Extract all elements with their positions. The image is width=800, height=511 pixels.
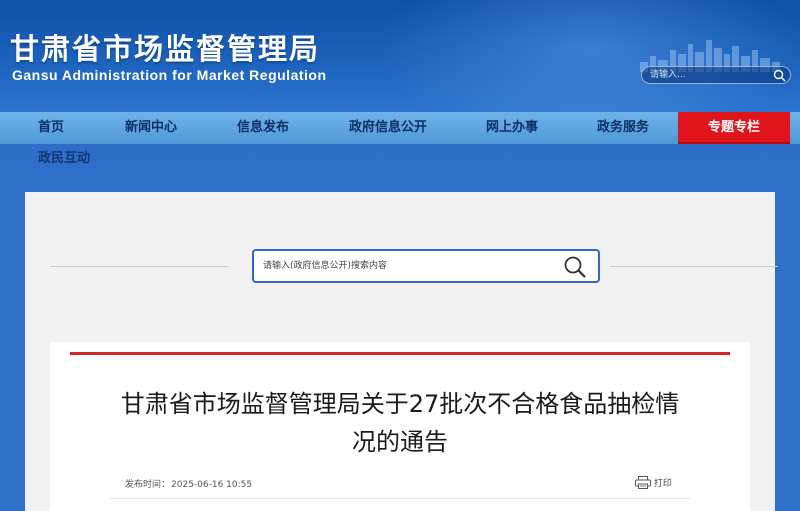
article-body: 甘肃省市场监督管理局关于27批次不合格食品抽检情况的通告 发布时间：2025-0…	[70, 352, 730, 511]
nav-item-home[interactable]: 首页	[38, 112, 64, 144]
site-title-cn[interactable]: 甘肃省市场监督管理局	[10, 26, 320, 68]
nav-item-gov-services[interactable]: 政务服务	[597, 112, 649, 144]
nav-item-info-release[interactable]: 信息发布	[237, 112, 289, 144]
divider-left	[50, 266, 228, 267]
search-icon[interactable]	[773, 69, 786, 82]
nav-item-special-topics[interactable]: 专题专栏	[678, 112, 790, 144]
gov-info-search-input[interactable]	[263, 259, 543, 273]
nav-item-gov-info-public[interactable]: 政府信息公开	[349, 112, 427, 144]
divider-right	[610, 266, 778, 267]
site-header: 甘肃省市场监督管理局 Gansu Administration for Mark…	[0, 0, 800, 112]
header-search	[641, 66, 791, 84]
publish-time: 2025-06-16 10:55	[171, 480, 253, 490]
magnifier-icon[interactable]	[562, 254, 588, 280]
nav-item-public-interaction[interactable]: 政民互动	[38, 144, 90, 174]
publish-meta: 发布时间：2025-06-16 10:55	[125, 477, 252, 490]
content-search	[50, 249, 778, 284]
gov-info-search-box	[252, 249, 600, 283]
article-card: 甘肃省市场监督管理局关于27批次不合格食品抽检情况的通告 发布时间：2025-0…	[50, 342, 750, 511]
nav-item-news[interactable]: 新闻中心	[125, 112, 177, 144]
meta-divider	[110, 498, 690, 499]
main-nav-row2: 政民互动	[0, 144, 800, 192]
printer-icon	[635, 476, 651, 489]
nav-item-online-services[interactable]: 网上办事	[486, 112, 538, 144]
site-title-en[interactable]: Gansu Administration for Market Regulati…	[12, 67, 327, 83]
header-search-input[interactable]	[650, 68, 770, 82]
article-title: 甘肃省市场监督管理局关于27批次不合格食品抽检情况的通告	[120, 390, 680, 456]
print-label: 打印	[653, 479, 672, 489]
main-nav: 首页 新闻中心 信息发布 政府信息公开 网上办事 政务服务 专题专栏	[0, 112, 800, 144]
publish-label: 发布时间：	[125, 480, 171, 490]
print-button[interactable]: 打印	[635, 476, 672, 490]
content-panel: 甘肃省市场监督管理局关于27批次不合格食品抽检情况的通告 发布时间：2025-0…	[25, 192, 778, 511]
